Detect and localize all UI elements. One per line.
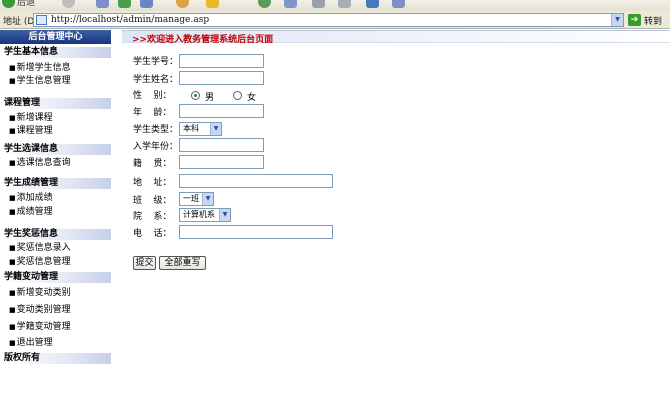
gender-female-radio[interactable] bbox=[233, 91, 242, 100]
sidebar-item-manage-status-change[interactable]: 学籍变动管理 bbox=[9, 322, 71, 333]
phone-label: 电 话： bbox=[133, 229, 172, 239]
sidebar-item-enter-rewards[interactable]: 奖惩信息录入 bbox=[9, 243, 71, 254]
print-button[interactable] bbox=[338, 0, 351, 9]
sidebar-section-rewards[interactable]: 学生奖惩信息 bbox=[0, 229, 111, 240]
sidebar-section-copyright: 版权所有 bbox=[0, 353, 111, 364]
enroll-year-label: 入学年份： bbox=[133, 142, 179, 152]
gender-male-label: 男 bbox=[205, 93, 215, 103]
student-name-label: 学生姓名： bbox=[133, 75, 179, 85]
sidebar-item-manage-rewards[interactable]: 奖惩信息管理 bbox=[9, 257, 71, 268]
history-icon bbox=[284, 0, 297, 8]
sidebar-header: 后台管理中心 bbox=[0, 30, 111, 44]
search-button[interactable] bbox=[176, 0, 189, 9]
search-icon bbox=[176, 0, 189, 8]
student-type-select[interactable]: 本科 ▼ bbox=[179, 122, 222, 136]
age-label: 年 龄： bbox=[133, 108, 172, 118]
sidebar-section-grades[interactable]: 学生成绩管理 bbox=[0, 178, 111, 189]
student-name-input[interactable] bbox=[179, 71, 264, 85]
stop-icon bbox=[96, 0, 109, 8]
back-button[interactable]: 后退 bbox=[2, 0, 35, 9]
sidebar-item-manage-grades[interactable]: 成绩管理 bbox=[9, 207, 53, 218]
favorites-star-icon bbox=[206, 0, 219, 8]
department-label: 院 系： bbox=[133, 212, 172, 222]
welcome-text: >>欢迎进入教务管理系统后台页面 bbox=[132, 35, 274, 45]
media-button[interactable] bbox=[258, 0, 271, 9]
welcome-bar: >>欢迎进入教务管理系统后台页面 bbox=[122, 30, 670, 45]
class-label: 班 级： bbox=[133, 196, 172, 206]
chevron-down-icon[interactable]: ▼ bbox=[611, 14, 623, 26]
address-input[interactable]: http://localhost/admin/manage.asp ▼ bbox=[33, 13, 624, 27]
reset-button[interactable]: 全部重写 bbox=[159, 256, 206, 270]
student-id-input[interactable] bbox=[179, 54, 264, 68]
sidebar-item-manage-course[interactable]: 课程管理 bbox=[9, 126, 53, 137]
address-input-field[interactable] bbox=[179, 174, 333, 188]
messenger-button[interactable] bbox=[366, 0, 379, 9]
sidebar-item-manage-student[interactable]: 学生信息管理 bbox=[9, 76, 71, 87]
sidebar-item-add-student[interactable]: 新增学生信息 bbox=[9, 63, 71, 74]
favorites-button[interactable] bbox=[206, 0, 219, 9]
sidebar: 后台管理中心 学生基本信息 新增学生信息 学生信息管理 课程管理 新增课程 课程… bbox=[0, 30, 111, 401]
history-button[interactable] bbox=[284, 0, 297, 9]
hometown-label: 籍 贯： bbox=[133, 159, 172, 169]
address-bar: 地址 (D) http://localhost/admin/manage.asp… bbox=[0, 11, 670, 29]
sidebar-section-course[interactable]: 课程管理 bbox=[0, 98, 111, 109]
sidebar-section-student-info[interactable]: 学生基本信息 bbox=[0, 47, 111, 58]
gender-female-label: 女 bbox=[247, 93, 257, 103]
gender-male-radio[interactable] bbox=[191, 91, 200, 100]
browser-toolbar: 后退 bbox=[0, 0, 670, 11]
student-id-label: 学生学号： bbox=[133, 57, 179, 67]
student-type-value: 本科 bbox=[183, 124, 199, 133]
edit-icon bbox=[392, 0, 405, 8]
sidebar-item-add-change-type[interactable]: 新增变动类别 bbox=[9, 288, 71, 299]
chevron-down-icon: ▼ bbox=[202, 193, 213, 205]
forward-icon bbox=[62, 0, 75, 8]
forward-button[interactable] bbox=[62, 0, 75, 9]
print-icon bbox=[338, 0, 351, 8]
stop-button[interactable] bbox=[96, 0, 109, 9]
class-value: 一班 bbox=[183, 194, 199, 203]
refresh-button[interactable] bbox=[118, 0, 131, 9]
refresh-icon bbox=[118, 0, 131, 8]
chevron-down-icon: ▼ bbox=[219, 209, 230, 221]
address-url: http://localhost/admin/manage.asp bbox=[51, 15, 210, 25]
department-select[interactable]: 计算机系 ▼ bbox=[179, 208, 231, 222]
phone-input[interactable] bbox=[179, 225, 333, 239]
sidebar-item-query-selection[interactable]: 选课信息查询 bbox=[9, 158, 71, 169]
goto-arrow-icon: ➔ bbox=[628, 14, 641, 26]
edit-button[interactable] bbox=[392, 0, 405, 9]
sidebar-item-add-grade[interactable]: 添加成绩 bbox=[9, 193, 53, 204]
back-icon bbox=[2, 0, 15, 8]
student-type-label: 学生类型： bbox=[133, 125, 179, 135]
mail-icon bbox=[312, 0, 325, 8]
back-label: 后退 bbox=[17, 0, 36, 8]
sidebar-item-logout[interactable]: 退出管理 bbox=[9, 338, 53, 349]
department-value: 计算机系 bbox=[183, 210, 215, 219]
page-icon bbox=[36, 15, 47, 25]
submit-button[interactable]: 提交 bbox=[133, 256, 156, 270]
media-icon bbox=[258, 0, 271, 8]
goto-button[interactable]: ➔ 转到 bbox=[628, 13, 662, 27]
messenger-icon bbox=[366, 0, 379, 8]
class-select[interactable]: 一班 ▼ bbox=[179, 192, 214, 206]
chevron-down-icon: ▼ bbox=[210, 123, 221, 135]
age-input[interactable] bbox=[179, 104, 264, 118]
address-field-label: 地 址： bbox=[133, 178, 172, 188]
sidebar-section-course-selection[interactable]: 学生选课信息 bbox=[0, 144, 111, 155]
goto-label: 转到 bbox=[644, 16, 663, 27]
mail-button[interactable] bbox=[312, 0, 325, 9]
hometown-input[interactable] bbox=[179, 155, 264, 169]
home-icon bbox=[140, 0, 153, 8]
main-content: >>欢迎进入教务管理系统后台页面 学生学号： 学生姓名： 性 别： 男 女 年 … bbox=[122, 30, 670, 401]
enroll-year-input[interactable] bbox=[179, 138, 264, 152]
home-button[interactable] bbox=[140, 0, 153, 9]
sidebar-item-add-course[interactable]: 新增课程 bbox=[9, 113, 53, 124]
sidebar-section-status-change[interactable]: 学籍变动管理 bbox=[0, 272, 111, 283]
sidebar-item-manage-change-type[interactable]: 变动类别管理 bbox=[9, 305, 71, 316]
gender-label: 性 别： bbox=[133, 91, 172, 101]
